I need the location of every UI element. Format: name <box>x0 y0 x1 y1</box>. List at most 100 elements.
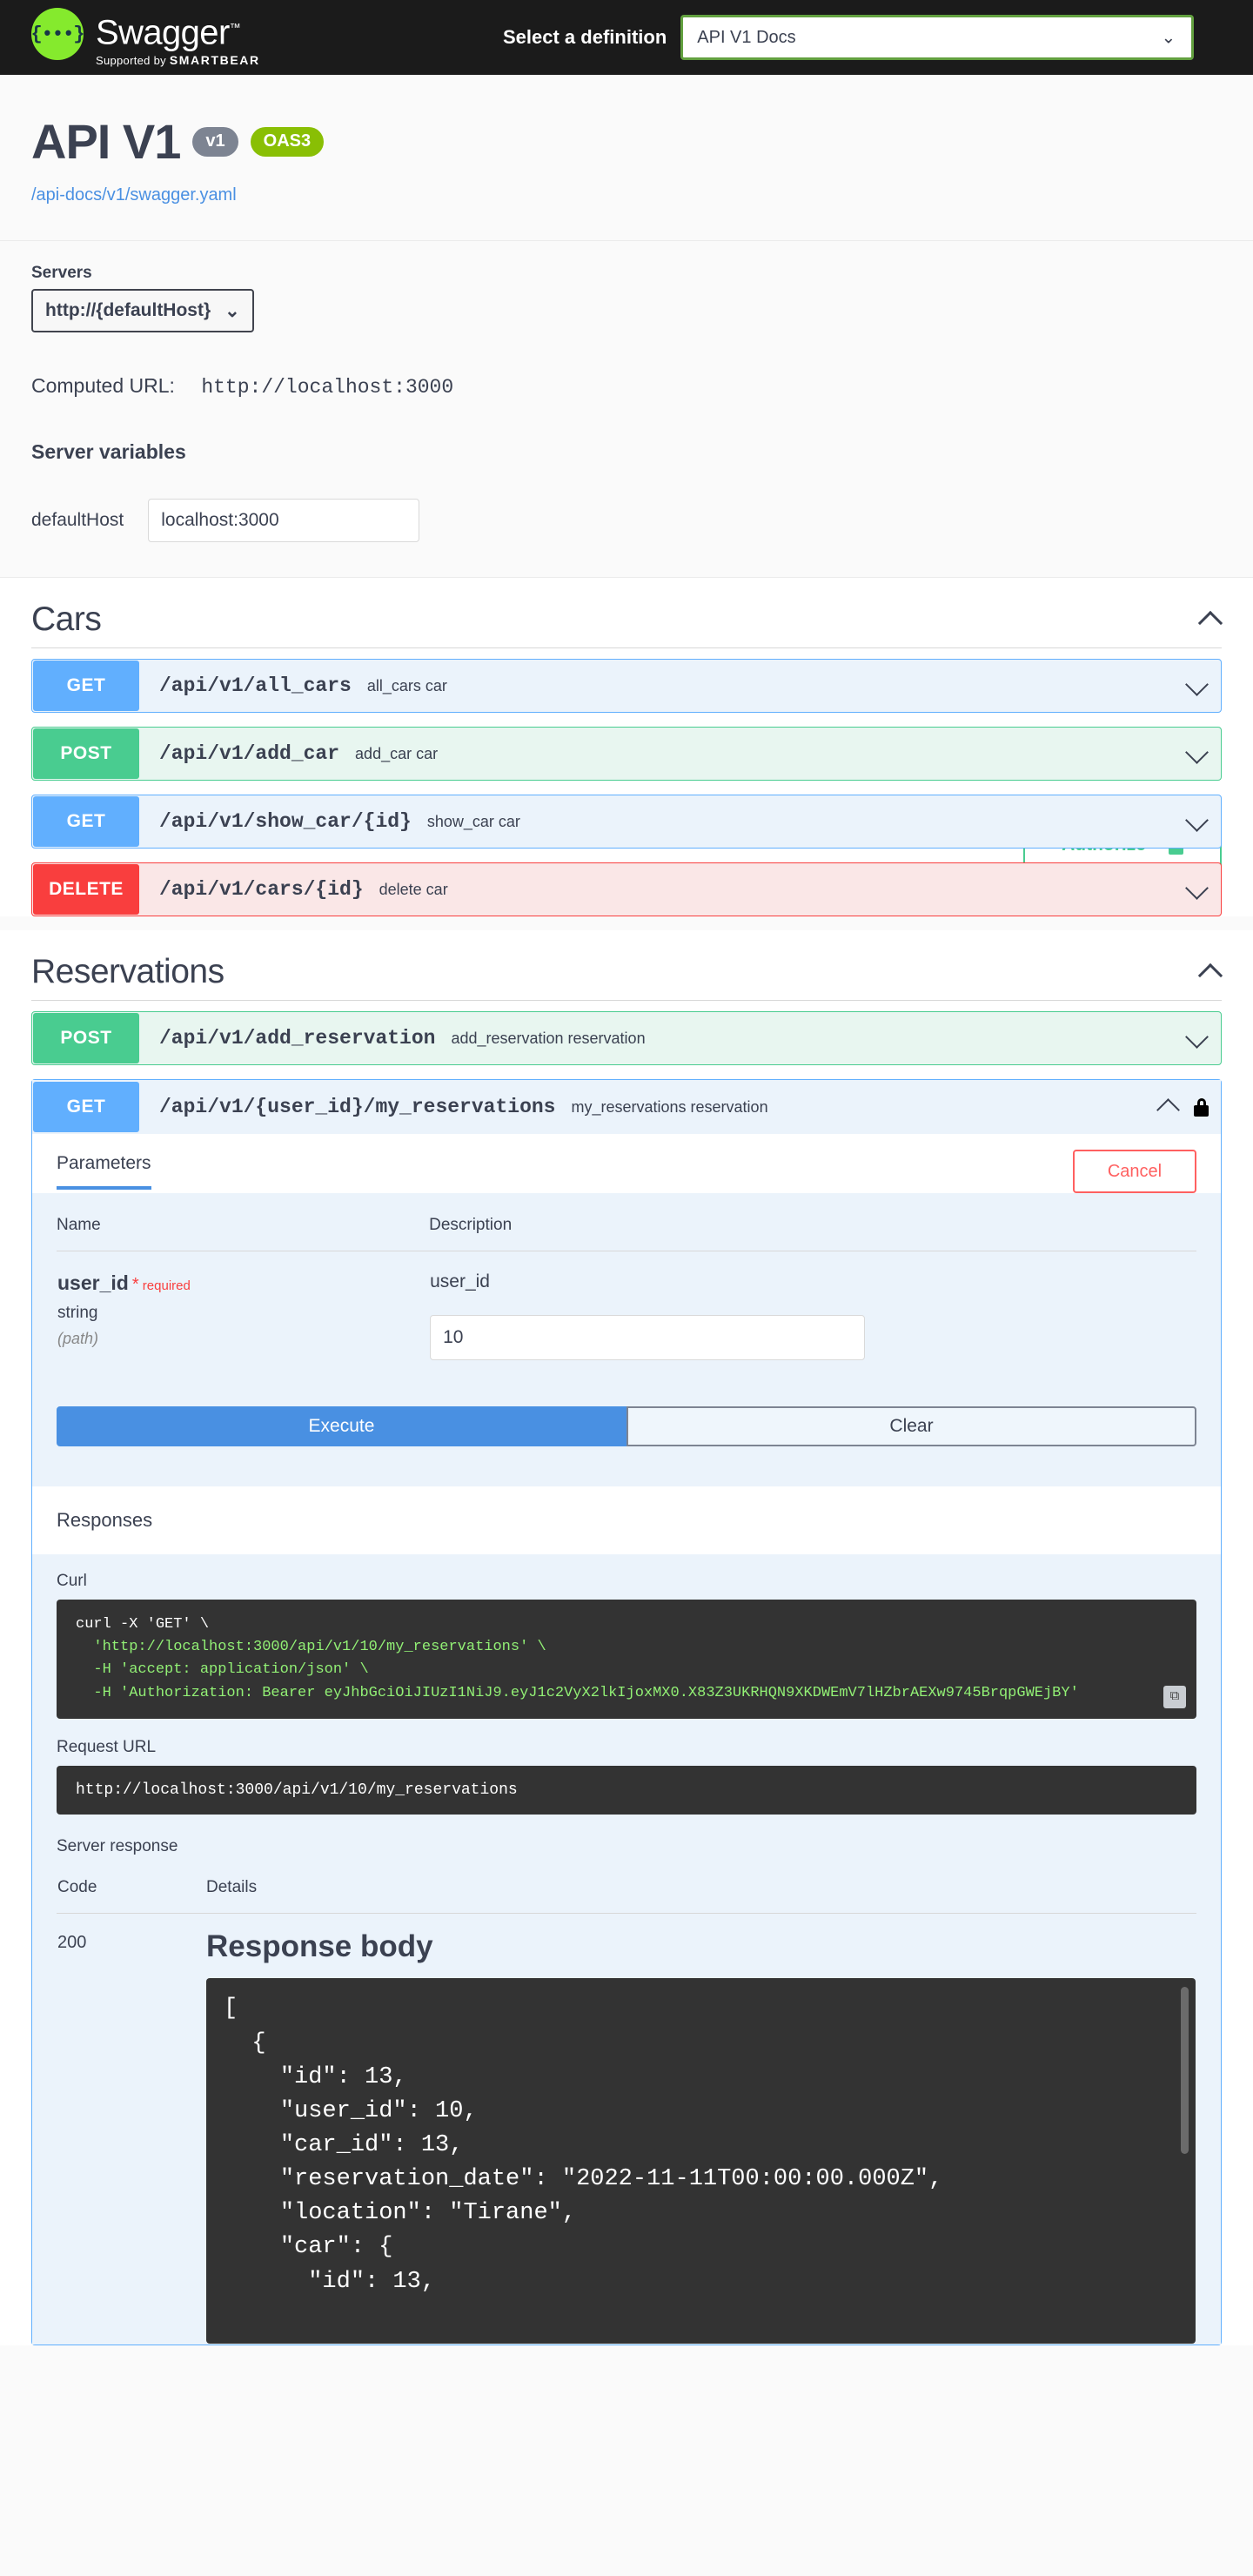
request-url-label: Request URL <box>57 1737 157 1756</box>
execute-button[interactable]: Execute <box>57 1405 626 1446</box>
http-method-badge: POST <box>33 728 139 779</box>
chevron-down-icon[interactable] <box>1186 674 1209 697</box>
curl-line-1: curl -X 'GET' \ <box>76 1615 210 1633</box>
operation-tabs-row: Parameters Cancel <box>32 1134 1221 1193</box>
version-badge: v1 <box>192 126 238 157</box>
parameters-table: Name Description user_id * required strin… <box>57 1216 1196 1361</box>
server-select-value: http://{defaultHost} <box>45 300 211 320</box>
http-method-badge: GET <box>33 1082 139 1132</box>
tag-rule <box>31 1000 1222 1001</box>
column-header-code: Code <box>57 1877 97 1896</box>
operation-get-show-car[interactable]: GET /api/v1/show_car/{id} show_car car <box>31 795 1222 849</box>
table-header-row: Code Details <box>57 1877 1196 1914</box>
parameter-location: (path) <box>57 1329 99 1347</box>
tag-header-cars[interactable]: Cars <box>31 578 1222 647</box>
curl-code-block: curl -X 'GET' \ 'http://localhost:3000/a… <box>57 1599 1196 1719</box>
request-url-block: http://localhost:3000/api/v1/10/my_reser… <box>57 1765 1196 1815</box>
execute-row: Execute Clear <box>57 1405 1196 1486</box>
operation-summary: add_car car <box>355 744 439 762</box>
chevron-up-icon[interactable] <box>1157 1096 1180 1118</box>
top-bar: {•••} Swagger™ Supported by SMARTBEAR Se… <box>0 0 1253 75</box>
logo-title: Swagger™ <box>96 13 241 52</box>
table-row: 200 Response body [ { "id": 13, "user_id… <box>57 1914 1196 2345</box>
response-body-json: [ { "id": 13, "user_id": 10, "car_id": 1… <box>224 1996 943 2295</box>
cancel-button[interactable]: Cancel <box>1073 1150 1196 1193</box>
http-method-badge: GET <box>33 796 139 847</box>
select-definition-label: Select a definition <box>503 26 667 48</box>
servers-section: Servers http://{defaultHost} ⌄ Computed … <box>0 241 1253 869</box>
tag-header-reservations[interactable]: Reservations <box>31 930 1222 1000</box>
definition-select[interactable]: API V1 Docs ⌄ <box>680 15 1195 60</box>
server-variable-input[interactable] <box>148 499 420 542</box>
api-title-row: API V1 v1 OAS3 <box>31 113 1222 170</box>
tag-name: Reservations <box>31 953 224 990</box>
parameter-description: user_id <box>430 1271 490 1291</box>
server-variables-title: Server variables <box>31 440 186 463</box>
chevron-down-icon[interactable] <box>1186 810 1209 833</box>
definition-selector-group: Select a definition API V1 Docs ⌄ <box>503 0 1195 75</box>
operation-delete-car[interactable]: DELETE /api/v1/cars/{id} delete car <box>31 862 1222 916</box>
swagger-logo-icon: {•••} <box>31 8 85 61</box>
swagger-logo[interactable]: {•••} Swagger™ Supported by SMARTBEAR <box>31 8 260 67</box>
curl-line-3: -H 'accept: application/json' \ <box>76 1661 369 1679</box>
logo-subtitle: Supported by SMARTBEAR <box>96 52 260 67</box>
operation-path: /api/v1/add_car <box>159 742 340 765</box>
responses-header: Responses <box>32 1486 1221 1554</box>
page-title: API V1 <box>31 114 181 169</box>
parameter-description-cell: user_id <box>265 1252 1196 1361</box>
tag-rule <box>31 647 1222 648</box>
chevron-up-icon[interactable] <box>1199 961 1222 983</box>
chevron-down-icon[interactable] <box>1186 1027 1209 1050</box>
response-details-cell: Response body [ { "id": 13, "user_id": 1… <box>131 1914 1196 2345</box>
column-header-description: Description <box>429 1216 513 1234</box>
operation-path: /api/v1/add_reservation <box>159 1027 436 1050</box>
operation-header[interactable]: GET /api/v1/{user_id}/my_reservations my… <box>32 1080 1221 1134</box>
operation-post-add-car[interactable]: POST /api/v1/add_car add_car car <box>31 727 1222 781</box>
scrollbar-thumb[interactable] <box>1181 1987 1189 2155</box>
operation-summary: my_reservations reservation <box>571 1097 768 1116</box>
computed-url-row: Computed URL: http://localhost:3000 <box>31 374 1222 399</box>
server-variable-row: defaultHost <box>31 499 1222 542</box>
server-variable-name: defaultHost <box>31 510 124 530</box>
server-response-label: Server response <box>57 1836 178 1855</box>
table-header-row: Name Description <box>57 1216 1196 1251</box>
parameter-type: string <box>57 1303 98 1322</box>
api-info: API V1 v1 OAS3 /api-docs/v1/swagger.yaml <box>0 75 1253 240</box>
required-marker: * required <box>131 1274 191 1294</box>
operation-post-add-reservation[interactable]: POST /api/v1/add_reservation add_reserva… <box>31 1011 1222 1065</box>
servers-label: Servers <box>31 264 92 282</box>
server-select[interactable]: http://{defaultHost} ⌄ <box>31 289 254 332</box>
clear-button[interactable]: Clear <box>626 1405 1196 1446</box>
operation-summary: delete car <box>379 880 448 898</box>
chevron-down-icon: ⌄ <box>224 300 240 321</box>
spec-link[interactable]: /api-docs/v1/swagger.yaml <box>31 185 1222 205</box>
response-status-code: 200 <box>57 1933 87 1953</box>
lock-icon[interactable] <box>1194 1097 1209 1117</box>
response-code-table: Code Details 200 Response body [ { "id":… <box>57 1877 1196 2345</box>
tag-section-cars: Cars GET /api/v1/all_cars all_cars car P… <box>0 578 1253 916</box>
chevron-down-icon[interactable] <box>1186 742 1209 765</box>
operation-get-my-reservations-expanded: GET /api/v1/{user_id}/my_reservations my… <box>31 1079 1222 2346</box>
chevron-down-icon[interactable] <box>1186 878 1209 901</box>
column-header-name: Name <box>57 1216 101 1234</box>
operation-get-all-cars[interactable]: GET /api/v1/all_cars all_cars car <box>31 659 1222 713</box>
chevron-up-icon[interactable] <box>1199 608 1222 631</box>
parameter-name: user_id <box>57 1271 129 1294</box>
parameter-name-cell: user_id * required string (path) <box>57 1252 265 1361</box>
operation-body: Parameters Cancel Name Description user_… <box>32 1134 1221 2345</box>
trademark-mark: ™ <box>229 21 241 35</box>
curl-line-4: -H 'Authorization: Bearer eyJhbGciOiJIUz… <box>76 1684 1079 1701</box>
tab-parameters[interactable]: Parameters <box>57 1153 151 1190</box>
oas-badge: OAS3 <box>250 126 325 157</box>
tag-name: Cars <box>31 600 102 638</box>
parameter-value-input[interactable] <box>430 1314 866 1360</box>
response-body-code[interactable]: [ { "id": 13, "user_id": 10, "car_id": 1… <box>206 1978 1196 2345</box>
operation-path: /api/v1/{user_id}/my_reservations <box>159 1096 556 1118</box>
table-row: user_id * required string (path) user_id <box>57 1252 1196 1361</box>
http-method-badge: POST <box>33 1013 139 1063</box>
tag-section-reservations: Reservations POST /api/v1/add_reservatio… <box>0 930 1253 2346</box>
operation-summary: add_reservation reservation <box>451 1029 646 1047</box>
parameters-panel: Name Description user_id * required strin… <box>32 1193 1221 1486</box>
copy-icon[interactable]: ⧉ <box>1163 1685 1186 1708</box>
definition-select-value: API V1 Docs <box>697 27 796 47</box>
